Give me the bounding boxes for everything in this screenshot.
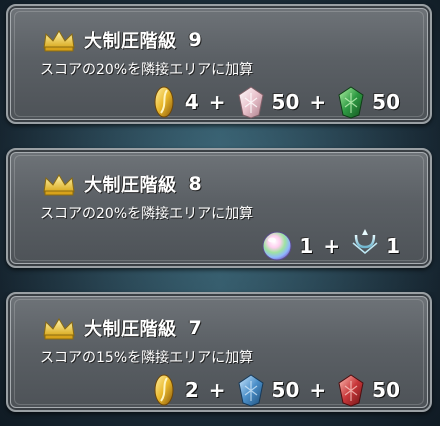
green-crystal-badge-icon bbox=[338, 86, 364, 119]
item-quantity: 50 bbox=[372, 378, 400, 402]
reward-header: 大制圧階級 7 bbox=[42, 314, 202, 342]
plus-sign: + bbox=[323, 234, 341, 258]
item-quantity: 50 bbox=[372, 90, 400, 114]
rank-title: 大制圧階級 bbox=[84, 175, 177, 196]
gold-feather-icon bbox=[154, 374, 174, 406]
rank-description: スコアの20%を隣接エリアに加算 bbox=[40, 62, 254, 78]
divine-dew-trident-icon bbox=[352, 229, 378, 262]
blue-crystal-badge-icon bbox=[237, 374, 264, 407]
rank-level: 7 bbox=[188, 317, 203, 339]
reward-header: 大制圧階級 8 bbox=[42, 170, 202, 198]
background-glow bbox=[0, 120, 440, 150]
plus-sign: + bbox=[309, 378, 327, 402]
gold-feather-icon bbox=[154, 86, 174, 118]
reward-panel: 大制圧階級 8 スコアの20%を隣接エリアに加算 1 + 1 bbox=[6, 148, 432, 268]
plus-sign: + bbox=[309, 90, 327, 114]
reward-items: 1 + 1 bbox=[261, 228, 400, 264]
crown-icon bbox=[43, 174, 75, 196]
red-crystal-badge-icon bbox=[338, 374, 364, 407]
item-quantity: 2 bbox=[184, 378, 199, 402]
rank-level: 9 bbox=[188, 29, 203, 51]
rank-description: スコアの20%を隣接エリアに加算 bbox=[40, 206, 254, 222]
item-quantity: 4 bbox=[184, 90, 199, 114]
reward-items: 2 + 50 + 50 bbox=[149, 372, 400, 408]
item-quantity: 50 bbox=[271, 378, 300, 402]
item-quantity: 1 bbox=[386, 234, 400, 258]
plus-sign: + bbox=[208, 90, 226, 114]
crown-icon bbox=[43, 30, 75, 52]
plus-sign: + bbox=[208, 378, 226, 402]
reward-panel: 大制圧階級 7 スコアの15%を隣接エリアに加算 2 + 50 + 50 bbox=[6, 292, 432, 412]
crown-icon bbox=[43, 318, 75, 340]
item-quantity: 1 bbox=[299, 234, 314, 258]
rainbow-orb-icon bbox=[262, 231, 292, 261]
rank-description: スコアの15%を隣接エリアに加算 bbox=[40, 350, 254, 366]
rank-title: 大制圧階級 bbox=[84, 31, 177, 52]
reward-header: 大制圧階級 9 bbox=[42, 26, 202, 54]
reward-panel: 大制圧階級 9 スコアの20%を隣接エリアに加算 4 + 50 + 50 bbox=[6, 4, 432, 124]
rank-title: 大制圧階級 bbox=[84, 319, 177, 340]
item-quantity: 50 bbox=[271, 90, 300, 114]
pink-crystal-badge-icon bbox=[237, 86, 264, 119]
reward-items: 4 + 50 + 50 bbox=[149, 84, 400, 120]
rank-level: 8 bbox=[188, 173, 203, 195]
